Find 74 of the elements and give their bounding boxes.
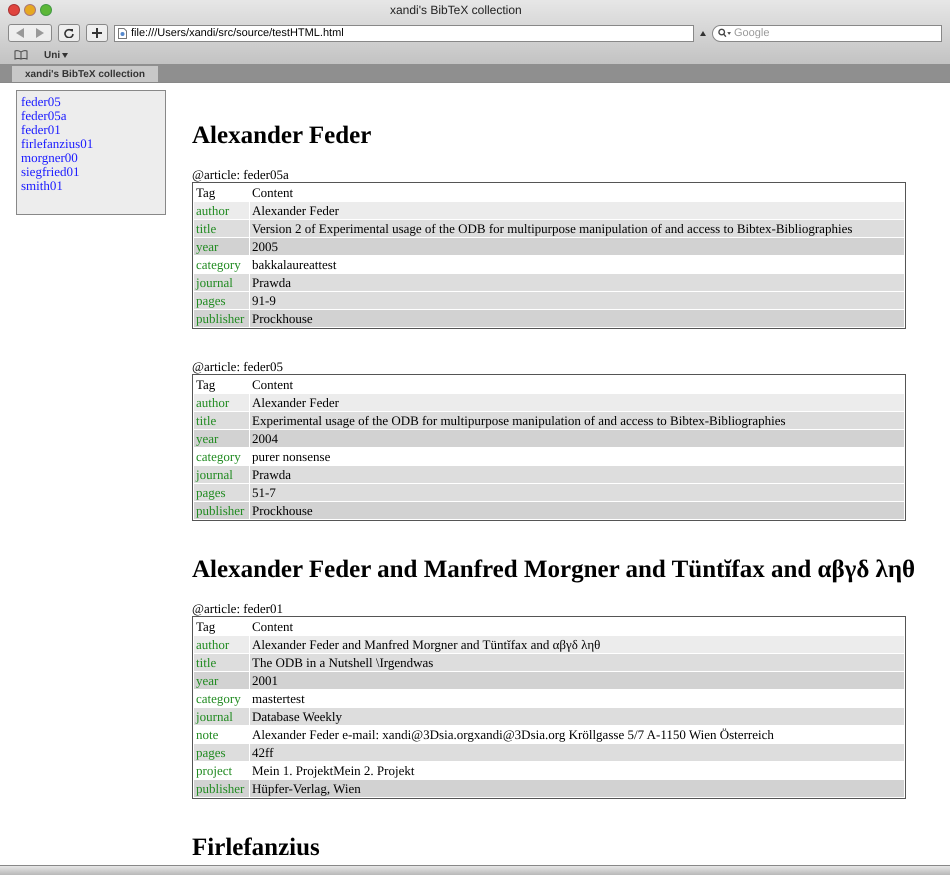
- table-header: Tag: [195, 184, 216, 201]
- content-cell: Alexander Feder and Manfred Morgner and Tüntĭfax and αβγδ ληθ: [250, 636, 904, 653]
- caret-icon: [62, 52, 68, 58]
- content-cell: Experimental usage of the ODB for multipurpose manipulation of and access to Bibtex-Bibliographies: [250, 412, 904, 429]
- sidebar-link[interactable]: feder05a: [21, 109, 66, 123]
- zoom-button[interactable]: [40, 4, 52, 16]
- table-header: Content: [251, 184, 294, 201]
- book-icon[interactable]: [14, 50, 28, 60]
- tag-cell: pages: [194, 292, 249, 309]
- entry-caption: @article: feder05a: [192, 167, 289, 182]
- content-cell: Database Weekly: [250, 708, 904, 725]
- tag-cell: year: [194, 672, 249, 689]
- content-cell: Prockhouse: [250, 502, 904, 519]
- tag-cell: title: [194, 654, 249, 671]
- entry-caption: @article: feder01: [192, 601, 284, 616]
- author-heading: Alexander Feder: [192, 121, 372, 151]
- content-cell: 2001: [250, 672, 904, 689]
- tag-cell: publisher: [194, 502, 249, 519]
- tag-cell: journal: [194, 708, 249, 725]
- tag-cell: publisher: [194, 310, 249, 327]
- author-heading: Firlefanzius: [192, 833, 320, 863]
- entry-caption: @article: feder05: [192, 359, 284, 374]
- tab[interactable]: xandi's BibTeX collection: [12, 66, 158, 82]
- sidebar-link[interactable]: siegfried01: [21, 165, 80, 179]
- table-header: Tag: [195, 618, 216, 635]
- table-header: Tag: [195, 376, 216, 393]
- url-text: file:///Users/xandi/src/source/testHTML.html: [131, 26, 344, 41]
- sidebar-link[interactable]: smith01: [21, 179, 63, 193]
- tag-cell: title: [194, 220, 249, 237]
- content-cell: The ODB in a Nutshell \Irgendwas: [250, 654, 904, 671]
- tag-cell: pages: [194, 744, 249, 761]
- content-cell: 51-7: [250, 484, 904, 501]
- sidebar-link[interactable]: morgner00: [21, 151, 78, 165]
- content-cell: Prockhouse: [250, 310, 904, 327]
- plus-icon: [92, 28, 102, 38]
- content-cell: 42ff: [250, 744, 904, 761]
- content-cell: Alexander Feder: [250, 202, 904, 219]
- back-forward-icon: [16, 28, 44, 38]
- sidebar-link[interactable]: firlefanzius01: [21, 137, 94, 151]
- add-bookmark-button[interactable]: [86, 24, 108, 42]
- reload-button[interactable]: [58, 24, 80, 42]
- tag-cell: journal: [194, 466, 249, 483]
- tag-cell: year: [194, 430, 249, 447]
- sidebar-link[interactable]: feder05: [21, 95, 61, 109]
- content-cell: 91-9: [250, 292, 904, 309]
- table-header: Content: [251, 618, 294, 635]
- author-heading: Alexander Feder and Manfred Morgner and Tüntĭfax and αβγδ ληθ: [192, 555, 916, 585]
- tag-cell: title: [194, 412, 249, 429]
- tag-cell: pages: [194, 484, 249, 501]
- content-cell: Prawda: [250, 274, 904, 291]
- content-cell: Hüpfer-Verlag, Wien: [250, 780, 904, 797]
- address-field[interactable]: file:///Users/xandi/src/source/testHTML.html: [114, 24, 694, 42]
- sidebar-link[interactable]: feder01: [21, 123, 61, 137]
- content-cell: Version 2 of Experimental usage of the ODB for multipurpose manipulation of and access to Bibtex-Bibliographies: [250, 220, 904, 237]
- close-button[interactable]: [8, 4, 20, 16]
- search-icon: [718, 28, 731, 38]
- tag-cell: year: [194, 238, 249, 255]
- content-cell: Alexander Feder: [250, 394, 904, 411]
- content-cell: 2004: [250, 430, 904, 447]
- tag-cell: publisher: [194, 780, 249, 797]
- table-header: Content: [251, 376, 294, 393]
- window-title: xandi's BibTeX collection: [390, 2, 522, 19]
- caret-icon: [700, 30, 706, 36]
- reload-icon: [64, 28, 74, 38]
- tag-cell: author: [194, 394, 249, 411]
- page-icon: [118, 28, 127, 38]
- back-forward-button[interactable]: [8, 24, 52, 42]
- content-cell: 2005: [250, 238, 904, 255]
- minimize-button[interactable]: [24, 4, 36, 16]
- tag-cell: journal: [194, 274, 249, 291]
- content-cell: Prawda: [250, 466, 904, 483]
- bookmark-menu[interactable]: Uni: [44, 48, 68, 62]
- tag-cell: author: [194, 202, 249, 219]
- tag-cell: author: [194, 636, 249, 653]
